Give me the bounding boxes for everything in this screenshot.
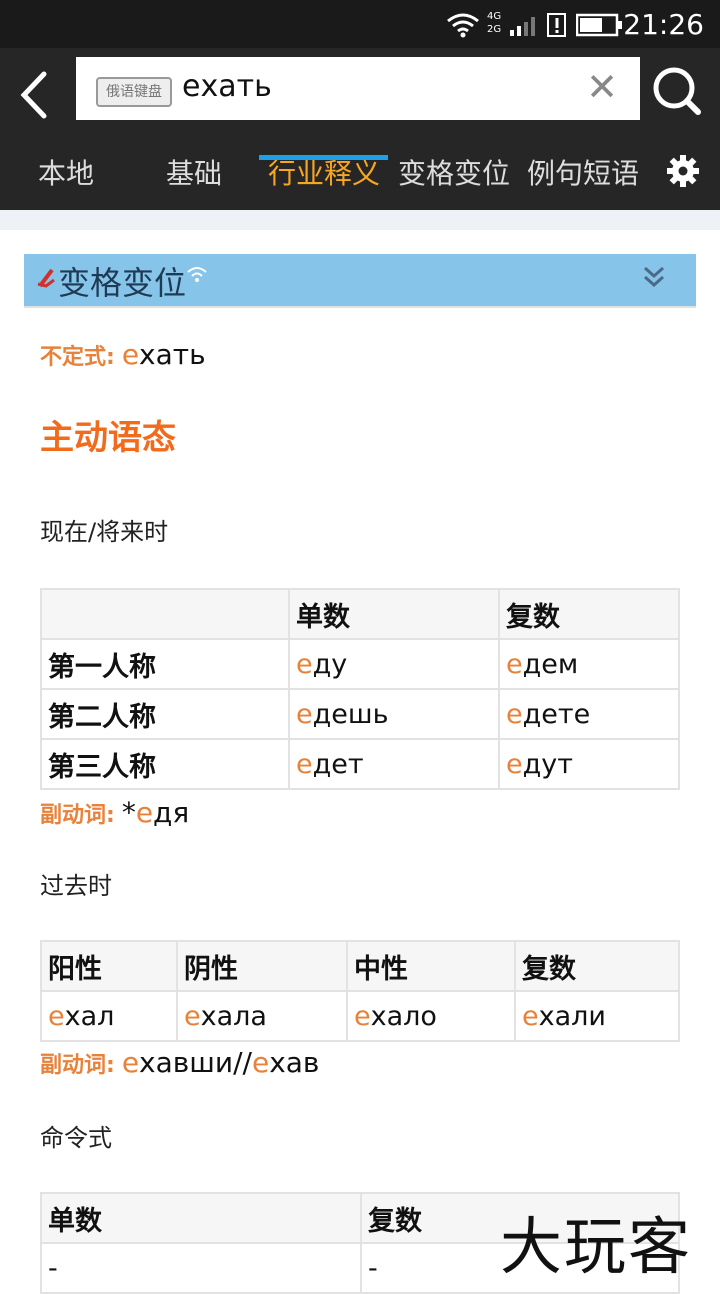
chevron-down-icon[interactable] [642, 264, 666, 290]
infinitive-label: 不定式: [40, 345, 115, 370]
form-cell: едет [288, 738, 500, 790]
clock: 21:26 [623, 8, 704, 41]
battery-icon [576, 13, 622, 37]
table-header: 阳性 [40, 940, 178, 992]
signal-icon [510, 17, 535, 36]
voice-heading: 主动语态 [40, 418, 176, 458]
book-icon [37, 268, 55, 288]
tab-examples[interactable]: 例句短语 [527, 152, 639, 192]
person-label: 第一人称 [40, 638, 290, 690]
russian-keyboard-button[interactable]: 俄语键盘 [96, 77, 172, 107]
table-header: 阴性 [176, 940, 348, 992]
infinitive-highlight: е [121, 338, 140, 371]
status-bar: 4G 2G 21:26 [0, 0, 720, 48]
table-header: 单数 [288, 588, 500, 640]
back-icon[interactable] [16, 70, 56, 120]
table-header: 中性 [346, 940, 516, 992]
form-cell: едут [498, 738, 680, 790]
active-tab-indicator [259, 155, 388, 160]
past-table: 阳性 阴性 中性 复数 ехал ехала ехало ехали [40, 940, 680, 1042]
present-gerund: 副动词: *едя [40, 796, 190, 829]
form-cell: еду [288, 638, 500, 690]
wifi-icon [447, 13, 479, 38]
gear-icon[interactable] [666, 154, 700, 188]
form-cell: ехало [346, 990, 516, 1042]
form-cell: ехал [40, 990, 178, 1042]
network-type: 4G 2G [487, 11, 502, 35]
top-bar: 俄语键盘 ехать ✕ 本地 基础 行业释义 变格变位 例句短语 [0, 48, 720, 210]
table-header [40, 588, 290, 640]
form-cell: едете [498, 688, 680, 740]
past-title: 过去时 [40, 872, 112, 900]
person-label: 第二人称 [40, 688, 290, 740]
person-label: 第三人称 [40, 738, 290, 790]
present-future-title: 现在/将来时 [40, 518, 169, 546]
table-header: 复数 [514, 940, 680, 992]
alert-icon [547, 13, 566, 37]
tab-conjugation[interactable]: 变格变位 [398, 152, 510, 192]
form-cell: - [40, 1242, 362, 1294]
infinitive: 不定式: ехать [40, 338, 206, 371]
form-cell: ехала [176, 990, 348, 1042]
table-header: 单数 [40, 1192, 362, 1244]
search-input[interactable]: ехать [182, 69, 272, 104]
search-icon[interactable] [652, 66, 702, 116]
tab-local[interactable]: 本地 [38, 152, 94, 192]
infinitive-rest: хать [139, 338, 206, 371]
table-row: 第三人称 едет едут [40, 738, 680, 790]
table-header: 复数 [498, 588, 680, 640]
clear-icon[interactable]: ✕ [586, 67, 618, 107]
table-row: 第一人称 еду едем [40, 638, 680, 690]
form-cell: едем [498, 638, 680, 690]
present-future-table: 单数 复数 第一人称 еду едем 第二人称 едешь едете 第三人… [40, 588, 680, 790]
form-cell: ехали [514, 990, 680, 1042]
imperative-title: 命令式 [40, 1124, 112, 1152]
watermark: 大玩客 [500, 1210, 693, 1283]
audio-wave-icon [187, 267, 207, 282]
past-gerund: 副动词: ехавши//ехав [40, 1046, 320, 1079]
tab-basic[interactable]: 基础 [166, 152, 222, 192]
search-box[interactable]: 俄语键盘 ехать ✕ [76, 57, 640, 120]
table-row: 第二人称 едешь едете [40, 688, 680, 740]
divider [0, 210, 720, 230]
section-title: 变格变位 [58, 264, 187, 302]
section-header[interactable]: 变格变位 [24, 254, 696, 308]
form-cell: едешь [288, 688, 500, 740]
tab-bar: 本地 基础 行业释义 变格变位 例句短语 [0, 140, 720, 210]
table-row: ехал ехала ехало ехали [40, 990, 680, 1042]
